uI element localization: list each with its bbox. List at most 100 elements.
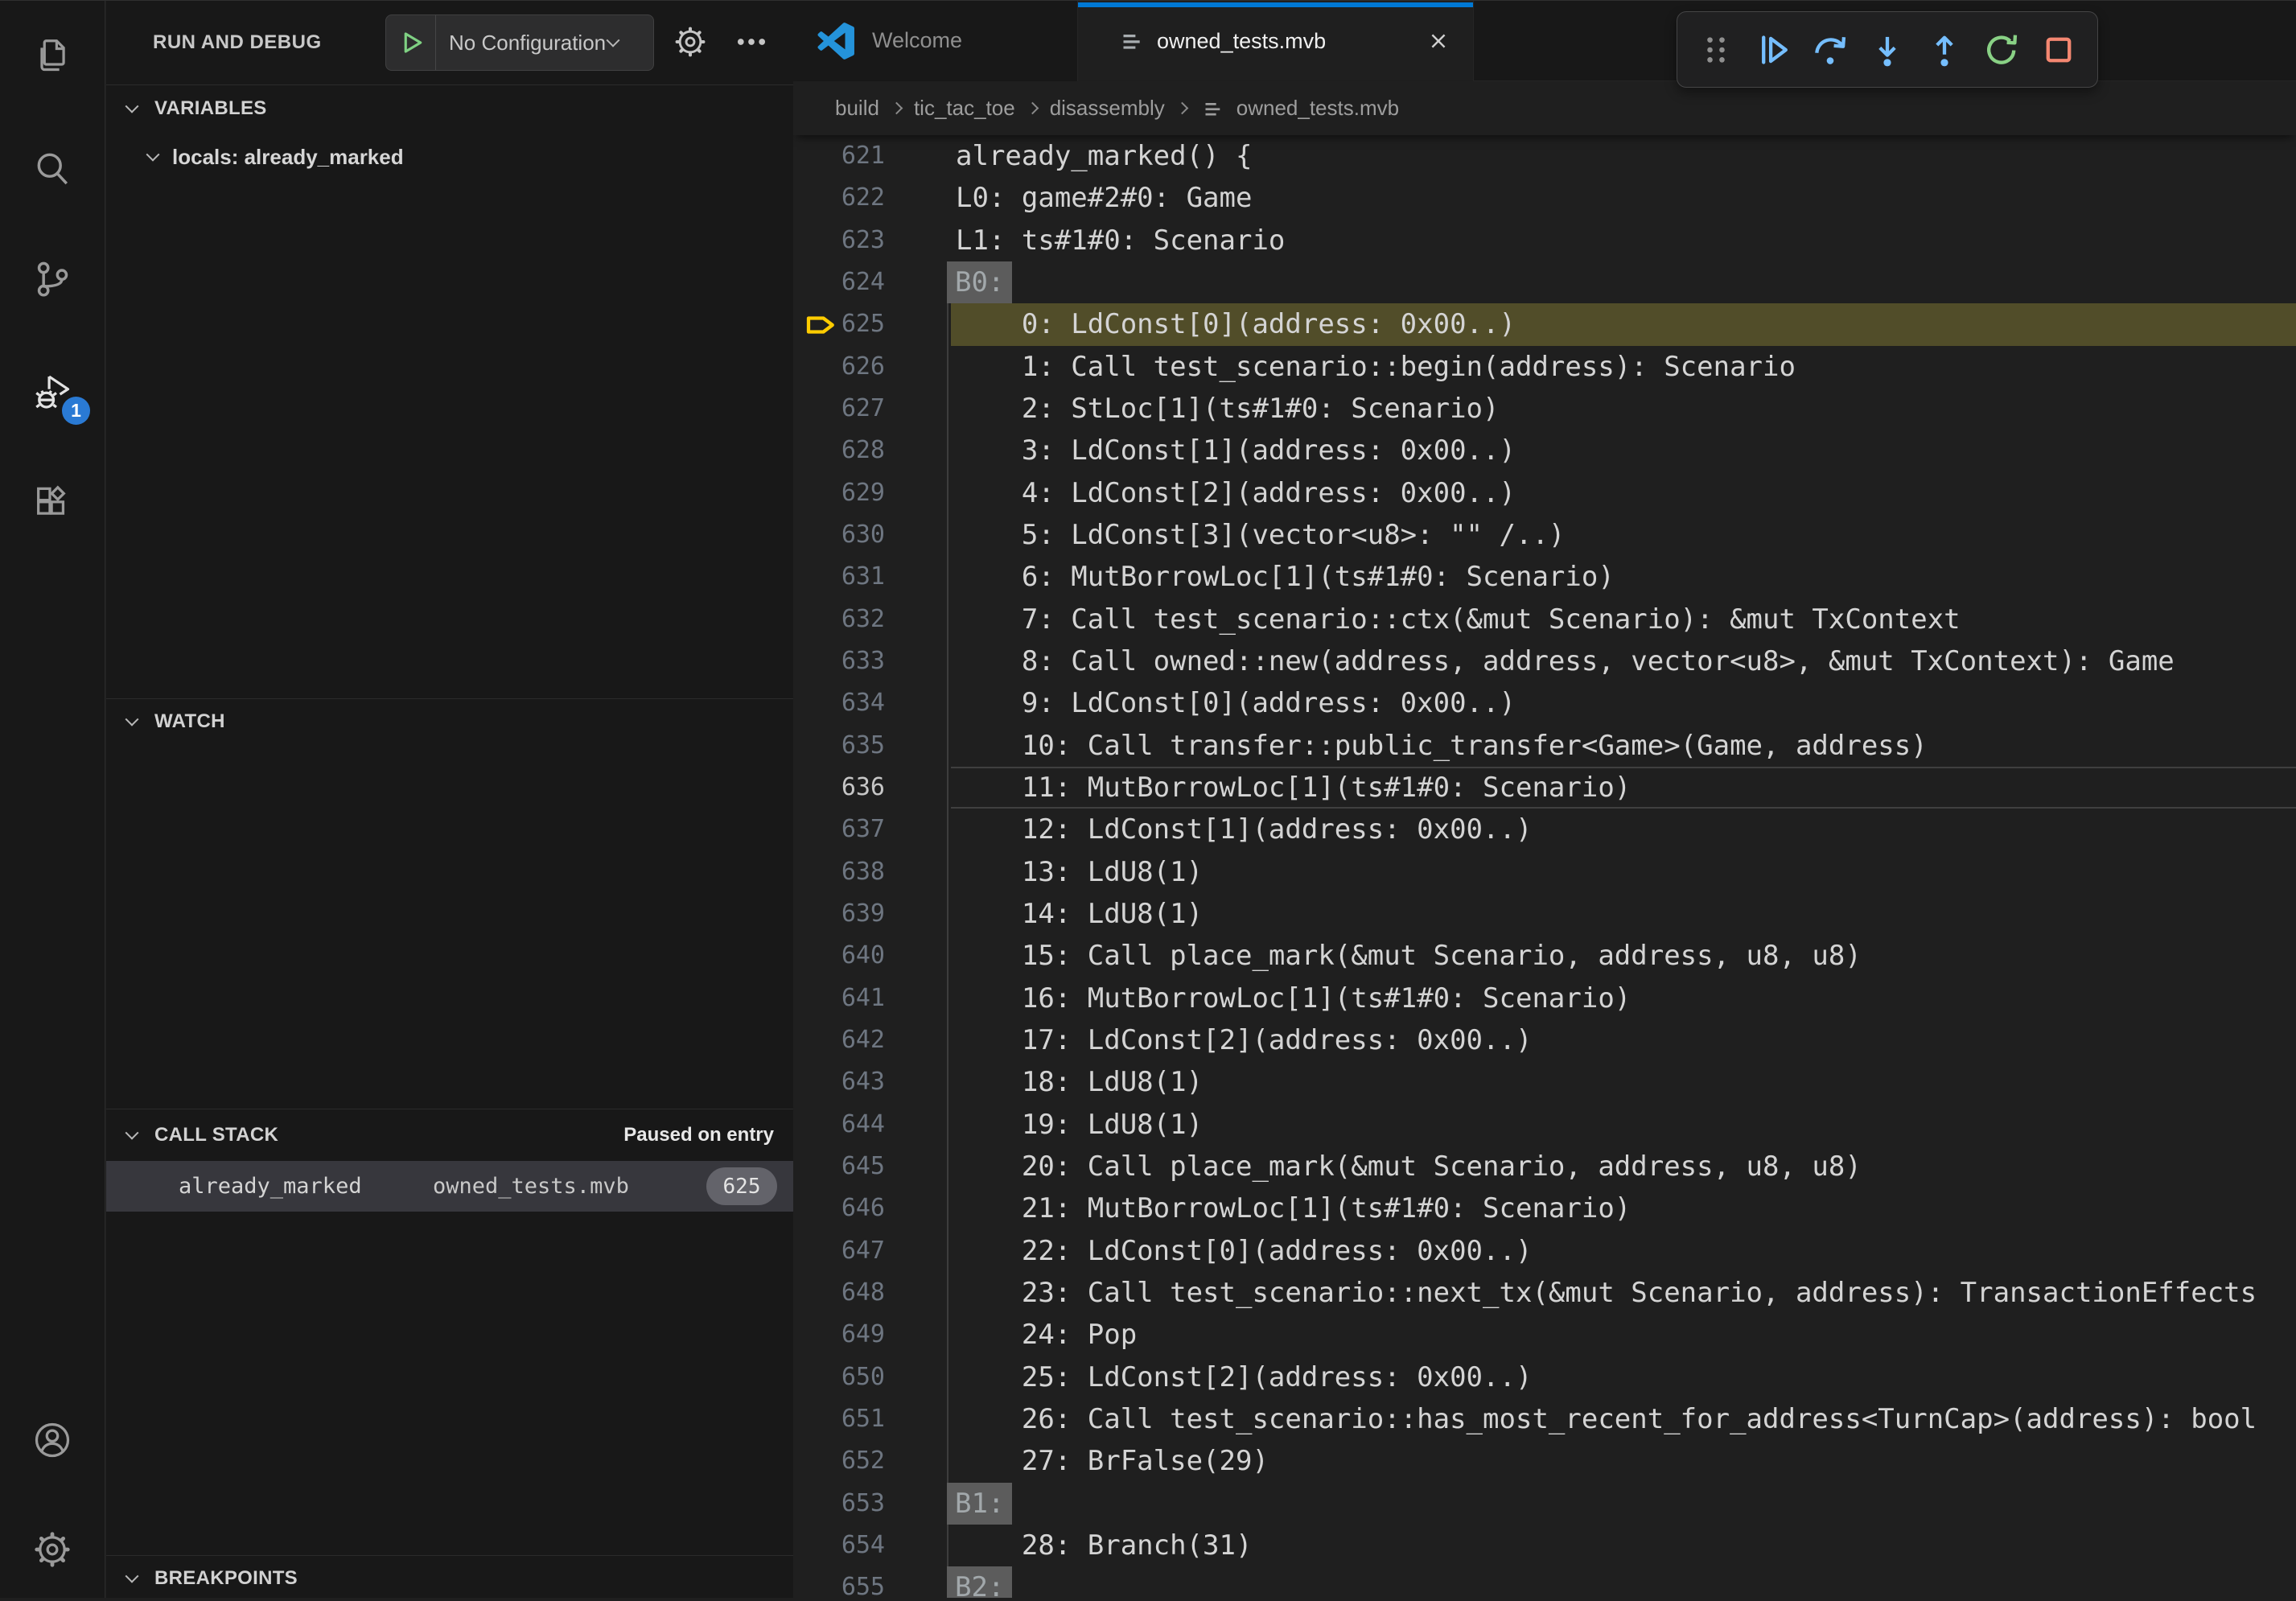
- code-line[interactable]: 651 26: Call test_scenario::has_most_rec…: [793, 1398, 2296, 1440]
- code-line[interactable]: 624 B0:: [793, 261, 2296, 303]
- section-watch[interactable]: WATCH: [106, 699, 793, 744]
- call-stack-frame[interactable]: already_marked owned_tests.mvb 625: [106, 1161, 793, 1212]
- code-line[interactable]: 648 23: Call test_scenario::next_tx(&mut…: [793, 1272, 2296, 1314]
- code-line[interactable]: 636 11: MutBorrowLoc[1](ts#1#0: Scenario…: [793, 767, 2296, 809]
- code-line[interactable]: 621 already_marked() {: [793, 135, 2296, 177]
- editor-gutter[interactable]: 654: [793, 1525, 951, 1566]
- stop-button[interactable]: [2033, 21, 2084, 79]
- code-line[interactable]: 654 28: Branch(31): [793, 1525, 2296, 1566]
- code-line[interactable]: 629 4: LdConst[2](address: 0x00..): [793, 472, 2296, 514]
- code-line[interactable]: 631 6: MutBorrowLoc[1](ts#1#0: Scenario): [793, 556, 2296, 598]
- line-content[interactable]: 27: BrFalse(29): [951, 1440, 2296, 1482]
- line-content[interactable]: 14: LdU8(1): [951, 893, 2296, 935]
- code-line[interactable]: 644 19: LdU8(1): [793, 1104, 2296, 1146]
- code-line[interactable]: 649 24: Pop: [793, 1314, 2296, 1356]
- code-line[interactable]: 628 3: LdConst[1](address: 0x00..): [793, 430, 2296, 471]
- editor-gutter[interactable]: 629: [793, 472, 951, 514]
- editor-gutter[interactable]: 632: [793, 599, 951, 640]
- section-breakpoints[interactable]: BREAKPOINTS: [106, 1556, 793, 1601]
- breadcrumb-item[interactable]: build: [835, 96, 879, 121]
- line-content[interactable]: 20: Call place_mark(&mut Scenario, addre…: [951, 1146, 2296, 1187]
- line-content[interactable]: B2:: [951, 1566, 2296, 1598]
- editor-gutter[interactable]: 647: [793, 1230, 951, 1272]
- line-content[interactable]: 24: Pop: [951, 1314, 2296, 1356]
- code-line[interactable]: 623 L1: ts#1#0: Scenario: [793, 220, 2296, 261]
- account-icon[interactable]: [0, 1401, 105, 1479]
- code-line[interactable]: 622 L0: game#2#0: Game: [793, 177, 2296, 219]
- code-line[interactable]: 645 20: Call place_mark(&mut Scenario, a…: [793, 1146, 2296, 1187]
- launch-configuration-dropdown[interactable]: No Configurations: [385, 14, 654, 71]
- editor-gutter[interactable]: 642: [793, 1019, 951, 1061]
- line-content[interactable]: 21: MutBorrowLoc[1](ts#1#0: Scenario): [951, 1187, 2296, 1229]
- editor-gutter[interactable]: 625: [793, 303, 951, 345]
- code-line[interactable]: 627 2: StLoc[1](ts#1#0: Scenario): [793, 388, 2296, 430]
- line-content[interactable]: 17: LdConst[2](address: 0x00..): [951, 1019, 2296, 1061]
- line-content[interactable]: 25: LdConst[2](address: 0x00..): [951, 1356, 2296, 1398]
- code-line[interactable]: 633 8: Call owned::new(address, address,…: [793, 640, 2296, 682]
- editor-gutter[interactable]: 650: [793, 1356, 951, 1398]
- editor-gutter[interactable]: 643: [793, 1061, 951, 1103]
- editor-gutter[interactable]: 622: [793, 177, 951, 219]
- editor-gutter[interactable]: 637: [793, 809, 951, 850]
- tab-welcome[interactable]: Welcome: [793, 0, 1078, 81]
- editor-gutter[interactable]: 635: [793, 725, 951, 767]
- settings-gear-icon[interactable]: [0, 1511, 105, 1588]
- editor-gutter[interactable]: 627: [793, 388, 951, 430]
- editor-gutter[interactable]: 630: [793, 514, 951, 556]
- line-content[interactable]: 8: Call owned::new(address, address, vec…: [951, 640, 2296, 682]
- code-line[interactable]: 626 1: Call test_scenario::begin(address…: [793, 346, 2296, 388]
- code-line[interactable]: 643 18: LdU8(1): [793, 1061, 2296, 1103]
- editor-gutter[interactable]: 639: [793, 893, 951, 935]
- editor-gutter[interactable]: 644: [793, 1104, 951, 1146]
- line-content[interactable]: 4: LdConst[2](address: 0x00..): [951, 472, 2296, 514]
- code-line[interactable]: 634 9: LdConst[0](address: 0x00..): [793, 682, 2296, 724]
- continue-button[interactable]: [1747, 21, 1799, 79]
- code-line[interactable]: 647 22: LdConst[0](address: 0x00..): [793, 1230, 2296, 1272]
- restart-button[interactable]: [1976, 21, 2027, 79]
- editor-gutter[interactable]: 651: [793, 1398, 951, 1440]
- editor-gutter[interactable]: 645: [793, 1146, 951, 1187]
- line-content[interactable]: L0: game#2#0: Game: [951, 177, 2296, 219]
- line-content[interactable]: 7: Call test_scenario::ctx(&mut Scenario…: [951, 599, 2296, 640]
- breadcrumb-file[interactable]: owned_tests.mvb: [1236, 96, 1399, 121]
- explorer-icon[interactable]: [0, 15, 105, 93]
- variables-scope-locals[interactable]: locals: already_marked: [106, 132, 793, 182]
- code-line[interactable]: 653 B1:: [793, 1483, 2296, 1525]
- code-line[interactable]: 655 B2:: [793, 1566, 2296, 1598]
- line-content[interactable]: 13: LdU8(1): [951, 851, 2296, 893]
- code-line[interactable]: 646 21: MutBorrowLoc[1](ts#1#0: Scenario…: [793, 1187, 2296, 1229]
- more-actions-icon[interactable]: [730, 21, 772, 63]
- editor-gutter[interactable]: 633: [793, 640, 951, 682]
- line-content[interactable]: 26: Call test_scenario::has_most_recent_…: [951, 1398, 2296, 1440]
- line-content[interactable]: 18: LdU8(1): [951, 1061, 2296, 1103]
- toolbar-drag-handle[interactable]: [1690, 21, 1742, 79]
- code-line[interactable]: 652 27: BrFalse(29): [793, 1440, 2296, 1482]
- editor-gutter[interactable]: 638: [793, 851, 951, 893]
- editor-gutter[interactable]: 624: [793, 261, 951, 303]
- source-control-icon[interactable]: [0, 240, 105, 317]
- editor-gutter[interactable]: 626: [793, 346, 951, 388]
- code-line[interactable]: 630 5: LdConst[3](vector<u8>: "" /..): [793, 514, 2296, 556]
- run-and-debug-icon[interactable]: 1: [0, 354, 105, 431]
- search-icon[interactable]: [0, 130, 105, 207]
- debug-settings-gear-icon[interactable]: [669, 21, 711, 63]
- code-line[interactable]: 639 14: LdU8(1): [793, 893, 2296, 935]
- line-content[interactable]: 2: StLoc[1](ts#1#0: Scenario): [951, 388, 2296, 430]
- editor-gutter[interactable]: 628: [793, 430, 951, 471]
- code-line[interactable]: 640 15: Call place_mark(&mut Scenario, a…: [793, 935, 2296, 977]
- line-content[interactable]: B1:: [951, 1483, 2296, 1525]
- editor-gutter[interactable]: 652: [793, 1440, 951, 1482]
- step-into-button[interactable]: [1862, 21, 1913, 79]
- editor-gutter[interactable]: 646: [793, 1187, 951, 1229]
- code-line[interactable]: 638 13: LdU8(1): [793, 851, 2296, 893]
- editor-gutter[interactable]: 640: [793, 935, 951, 977]
- code-line[interactable]: 642 17: LdConst[2](address: 0x00..): [793, 1019, 2296, 1061]
- line-content[interactable]: 16: MutBorrowLoc[1](ts#1#0: Scenario): [951, 977, 2296, 1019]
- line-content[interactable]: 15: Call place_mark(&mut Scenario, addre…: [951, 935, 2296, 977]
- editor-gutter[interactable]: 636: [793, 767, 951, 809]
- editor-gutter[interactable]: 623: [793, 220, 951, 261]
- editor-gutter[interactable]: 648: [793, 1272, 951, 1314]
- line-content[interactable]: 19: LdU8(1): [951, 1104, 2296, 1146]
- code-line[interactable]: 635 10: Call transfer::public_transfer<G…: [793, 725, 2296, 767]
- code-line[interactable]: 641 16: MutBorrowLoc[1](ts#1#0: Scenario…: [793, 977, 2296, 1019]
